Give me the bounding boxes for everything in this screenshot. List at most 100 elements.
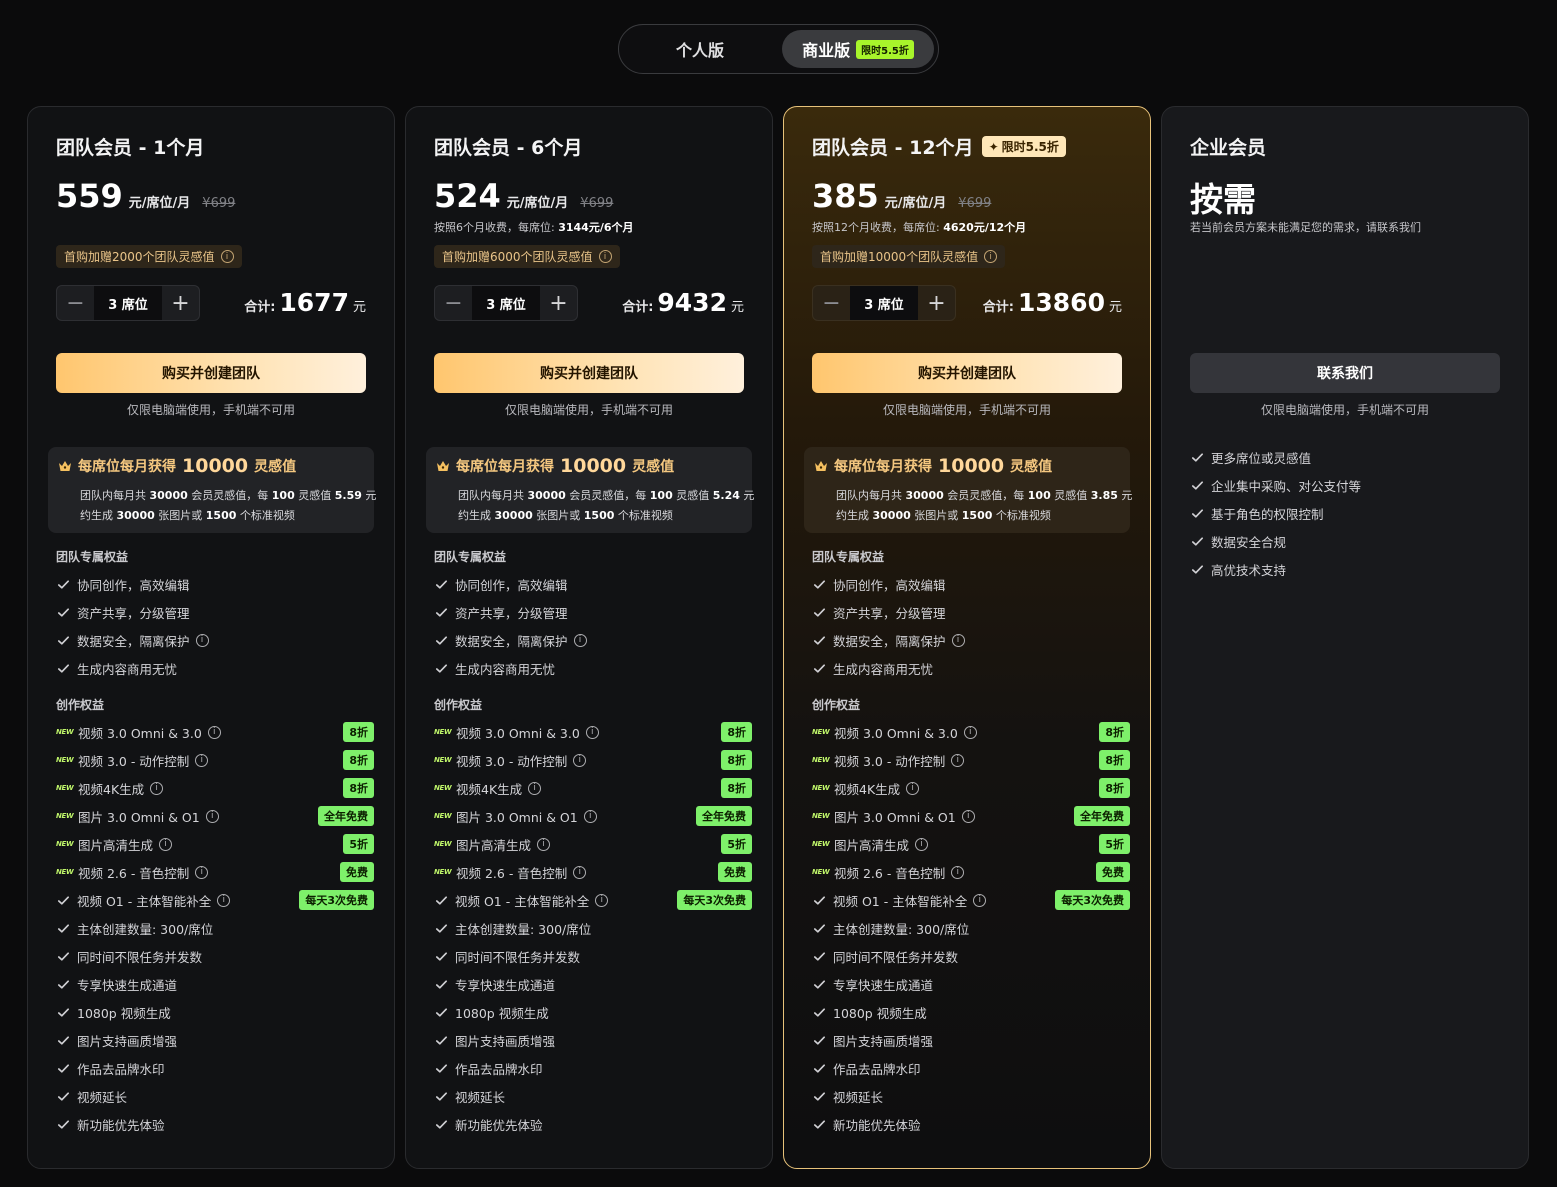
info-icon[interactable]: i [207, 725, 221, 739]
feature-label: 图片支持画质增强 [455, 1033, 556, 1049]
feature-item: 作品去品牌水印 [434, 1054, 752, 1082]
tab-personal-label: 个人版 [675, 41, 724, 60]
seat-count[interactable]: 3 席位 [94, 286, 162, 320]
increase-seat-button[interactable]: + [540, 286, 577, 320]
t: 100 [1027, 489, 1051, 502]
buy-create-team-button[interactable]: 购买并创建团队 [56, 353, 366, 393]
decrease-seat-button[interactable]: − [57, 286, 94, 320]
feature-item: 作品去品牌水印 [812, 1054, 1130, 1082]
feature-label: 作品去品牌水印 [455, 1061, 543, 1077]
t: 元 [1121, 489, 1133, 502]
feature-item: 资产共享，分级管理 [56, 598, 374, 626]
billing-note-text: 按照12个月收费，每席位: [812, 221, 944, 234]
total-amount: 13860 [1018, 288, 1105, 317]
info-icon[interactable]: i [537, 837, 551, 851]
info-icon[interactable]: i [217, 893, 231, 907]
create-feature-list: 创作权益 NEW 视频 3.0 Omni & 3.0 i 8折 NEW 视频 3.0 - 动… [812, 696, 1130, 1138]
info-icon[interactable]: i [195, 633, 209, 647]
seat-count[interactable]: 3 席位 [472, 286, 540, 320]
info-icon[interactable]: i [951, 753, 965, 767]
new-tag: NEW [434, 784, 452, 792]
plan-title: 团队会员 - 6个月 [434, 133, 744, 160]
buy-create-team-button[interactable]: 购买并创建团队 [812, 353, 1122, 393]
info-icon[interactable]: i [973, 893, 987, 907]
contact-us-button[interactable]: 联系我们 [1190, 353, 1500, 393]
feature-label: 作品去品牌水印 [833, 1061, 921, 1077]
discount-badge: 免费 [718, 862, 752, 882]
tab-personal[interactable]: 个人版 [625, 30, 775, 68]
info-icon[interactable]: i [906, 781, 920, 795]
info-icon[interactable]: i [573, 753, 587, 767]
feature-item: 新功能优先体验 [812, 1110, 1130, 1138]
section-title-create: 创作权益 [56, 698, 105, 712]
discount-tag: 限时5.5折 [856, 39, 914, 59]
check-icon [57, 979, 70, 989]
feature-label: 视频4K生成 [456, 781, 523, 797]
info-icon[interactable]: i [528, 781, 542, 795]
seat-count[interactable]: 3 席位 [850, 286, 918, 320]
feature-item: 数据安全，隔离保护 i [812, 626, 1130, 654]
t: 100 [649, 489, 673, 502]
info-icon[interactable]: i [583, 809, 597, 823]
info-icon[interactable]: i [195, 753, 209, 767]
feature-label: 1080p 视频生成 [77, 1005, 171, 1021]
info-icon[interactable]: i [150, 781, 164, 795]
discount-badge: 8折 [343, 722, 374, 742]
new-tag: NEW [56, 812, 74, 820]
feature-item: 主体创建数量: 300/席位 [812, 914, 1130, 942]
pc-only-note: 仅限电脑端使用，手机端不可用 [1260, 403, 1429, 417]
tab-business[interactable]: 商业版 限时5.5折 [782, 30, 934, 68]
feature-label: 主体创建数量: 300/席位 [455, 921, 592, 937]
info-icon[interactable]: i [984, 250, 998, 263]
info-icon[interactable]: i [963, 725, 977, 739]
increase-seat-button[interactable]: + [162, 286, 199, 320]
feature-item: NEW 视频 3.0 Omni & 3.0 i 8折 [434, 718, 752, 746]
new-tag: NEW [812, 812, 830, 820]
seat-stepper[interactable]: −3 席位 + [56, 285, 200, 321]
plan-card-6-month: 团队会员 - 6个月 524 元/席位/月 ¥699 按照6个月收费，每席位: 3144… [405, 106, 773, 1169]
buy-create-team-button[interactable]: 购买并创建团队 [434, 353, 744, 393]
check-icon [57, 951, 70, 961]
feature-item: NEW 视频 3.0 - 动作控制 i 8折 [434, 746, 752, 774]
info-icon[interactable]: i [915, 837, 929, 851]
feature-label: 视频 3.0 - 动作控制 [456, 753, 568, 769]
feature-item: NEW 视频 2.6 - 音色控制 i 免费 [434, 858, 752, 886]
info-icon[interactable]: i [159, 837, 173, 851]
info-icon[interactable]: i [220, 250, 234, 263]
check-icon [1191, 536, 1204, 546]
feature-item: 高优技术支持 [1190, 555, 1508, 583]
new-tag: NEW [56, 756, 74, 764]
t: 张图片或 [158, 509, 203, 522]
info-icon[interactable]: i [573, 865, 587, 879]
check-icon [435, 951, 448, 961]
plan-type-toggle: 个人版 商业版 限时5.5折 [618, 24, 939, 74]
feature-item: NEW 视频4K生成 i 8折 [434, 774, 752, 802]
feature-label: 新功能优先体验 [833, 1117, 921, 1133]
discount-badge: 全年免费 [696, 806, 752, 826]
info-icon[interactable]: i [573, 633, 587, 647]
decrease-seat-button[interactable]: − [813, 286, 850, 320]
feature-item: 专享快速生成通道 [56, 970, 374, 998]
seat-stepper[interactable]: −3 席位 + [434, 285, 578, 321]
info-icon[interactable]: i [951, 633, 965, 647]
info-icon[interactable]: i [585, 725, 599, 739]
info-icon[interactable]: i [961, 809, 975, 823]
info-icon[interactable]: i [195, 865, 209, 879]
seat-stepper[interactable]: −3 席位 + [812, 285, 956, 321]
credits-box: 每席位每月获得 10000 灵感值 团队内每月共 30000 会员灵感值，每 100 … [48, 447, 376, 533]
feature-label: 视频 2.6 - 音色控制 [834, 865, 946, 881]
discount-badge: 8折 [1099, 750, 1130, 770]
info-icon[interactable]: i [595, 893, 609, 907]
feature-label: 新功能优先体验 [455, 1117, 543, 1133]
info-icon[interactable]: i [598, 250, 612, 263]
discount-badge: 免费 [1096, 862, 1130, 882]
feature-item: 更多席位或灵感值 [1190, 443, 1508, 471]
check-icon [1191, 452, 1204, 462]
plan-title-text: 团队会员 - 6个月 [434, 137, 583, 159]
feature-label: 图片高清生成 [834, 837, 910, 853]
info-icon[interactable]: i [205, 809, 219, 823]
decrease-seat-button[interactable]: − [435, 286, 472, 320]
increase-seat-button[interactable]: + [918, 286, 955, 320]
info-icon[interactable]: i [951, 865, 965, 879]
discount-badge: 每天3次免费 [299, 890, 374, 910]
